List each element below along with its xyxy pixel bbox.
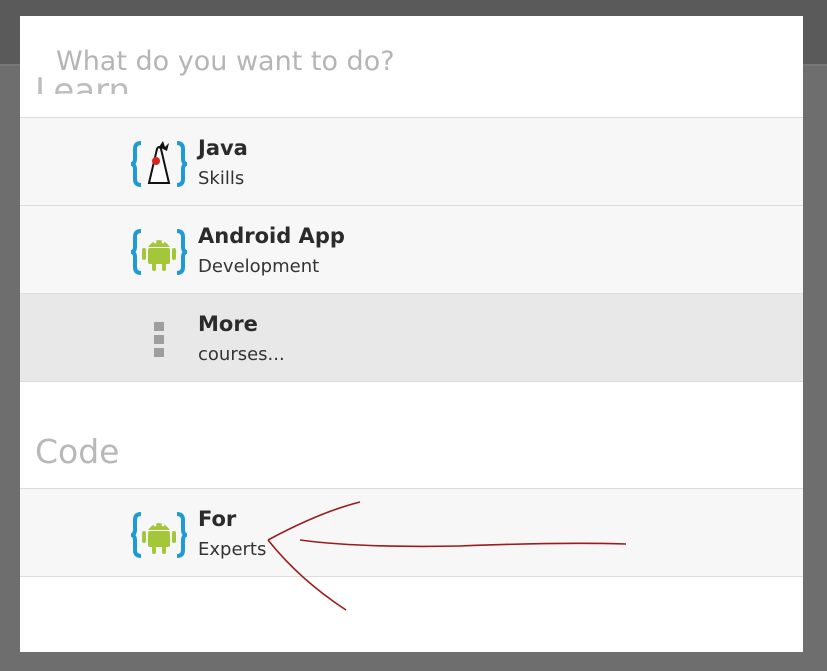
red-arrow-annotation (267, 501, 627, 611)
